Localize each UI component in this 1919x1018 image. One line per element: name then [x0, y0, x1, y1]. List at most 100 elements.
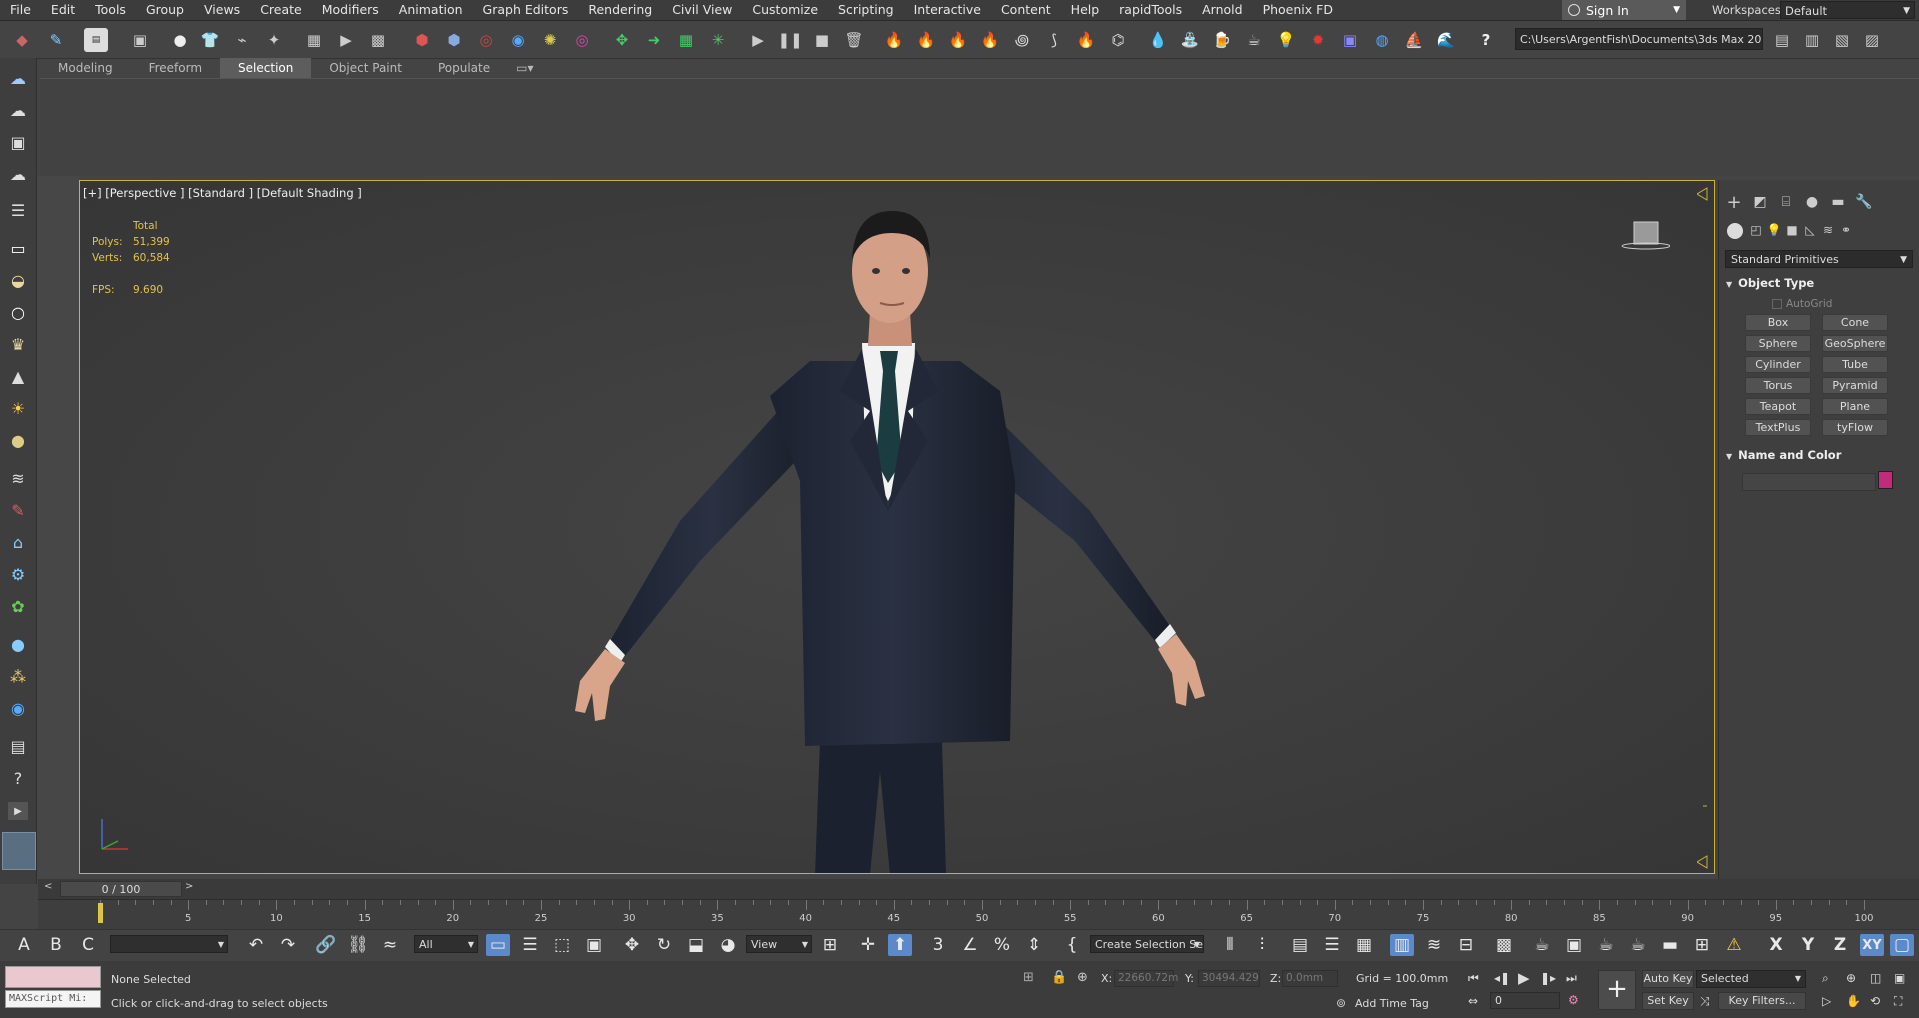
- add-time-tag[interactable]: Add Time Tag: [1355, 997, 1429, 1010]
- material-sphere-icon[interactable]: ●: [4, 632, 32, 656]
- geometry-icon[interactable]: [1727, 223, 1743, 239]
- utilities-tab-wrench-icon[interactable]: 🔧: [1853, 192, 1875, 212]
- lights-icon[interactable]: 💡: [1765, 221, 1783, 239]
- render-setup-icon[interactable]: ▦: [302, 28, 326, 52]
- menu-phoenix-fd[interactable]: Phoenix FD: [1253, 0, 1343, 20]
- red-splash-icon[interactable]: ✹: [1306, 28, 1330, 52]
- autogrid-checkbox[interactable]: AutoGrid: [1772, 298, 1832, 310]
- ribbon-options-icon[interactable]: ▭▾: [508, 58, 541, 78]
- curve-editor-icon[interactable]: ≋: [1422, 934, 1446, 956]
- pour-icon[interactable]: ⛲: [1178, 28, 1202, 52]
- link-icon[interactable]: 🔗: [314, 934, 338, 956]
- menu-arnold[interactable]: Arnold: [1192, 0, 1252, 20]
- water-icon[interactable]: 💧: [1146, 28, 1170, 52]
- sphere-icon[interactable]: ●: [168, 28, 192, 52]
- dome-light-icon[interactable]: ◒: [4, 268, 32, 292]
- menu-tools[interactable]: Tools: [85, 0, 136, 20]
- candle-icon[interactable]: 🔥: [1074, 28, 1098, 52]
- angle-snap-icon[interactable]: ∠: [958, 934, 982, 956]
- zoom-extents-all-icon[interactable]: ▣: [1894, 971, 1905, 985]
- sign-in-button[interactable]: Sign In ▼: [1562, 0, 1686, 20]
- time-tag-icon[interactable]: ⊚: [1336, 996, 1346, 1010]
- menu-group[interactable]: Group: [136, 0, 194, 20]
- space-warps-icon[interactable]: ≋: [1819, 221, 1837, 239]
- swirl-icon[interactable]: ◎: [570, 28, 594, 52]
- undo-icon[interactable]: ↶: [244, 934, 268, 956]
- cameras-icon[interactable]: ■: [1783, 221, 1801, 239]
- move-icon[interactable]: ✥: [620, 934, 644, 956]
- material-palette-icon[interactable]: ⁂: [4, 664, 32, 688]
- pyramid-button[interactable]: Pyramid: [1822, 377, 1888, 394]
- brush-icon[interactable]: ⌁: [230, 28, 254, 52]
- motion-tab-icon[interactable]: ●: [1801, 192, 1823, 212]
- viewport-label[interactable]: [+] [Perspective ] [Standard ] [Default …: [83, 186, 362, 200]
- sphere-button[interactable]: Sphere: [1745, 335, 1811, 352]
- help-circle-icon[interactable]: ?: [4, 766, 32, 790]
- unlink-icon[interactable]: ⛓: [346, 934, 370, 956]
- object-type-rollout[interactable]: ▼ Object Type: [1726, 276, 1814, 290]
- previous-frame-icon[interactable]: ◂❚: [1494, 971, 1510, 985]
- tornado-icon[interactable]: ⌬: [1106, 28, 1130, 52]
- y-coordinate-field[interactable]: 30494.429: [1198, 970, 1260, 987]
- render-frame-icon[interactable]: ▶: [334, 28, 358, 52]
- tab-populate[interactable]: Populate: [420, 58, 508, 78]
- window-icon[interactable]: ▭: [4, 236, 32, 260]
- time-slider-thumb[interactable]: 0 / 100: [60, 881, 182, 897]
- y-axis-constraint-icon[interactable]: Y: [1796, 934, 1820, 956]
- menu-graph-editors[interactable]: Graph Editors: [473, 0, 579, 20]
- menu-views[interactable]: Views: [194, 0, 250, 20]
- keyboard-shortcut-toggle-icon[interactable]: ⬆: [888, 934, 912, 956]
- fire-icon[interactable]: 🔥: [882, 28, 906, 52]
- sphere-light-icon[interactable]: ●: [4, 428, 32, 452]
- cloud-plus-icon[interactable]: ☁: [4, 162, 32, 186]
- place-icon[interactable]: ◕: [716, 934, 740, 956]
- cloud-icon[interactable]: ☁: [4, 66, 32, 90]
- absolute-mode-icon[interactable]: ⊕: [1077, 970, 1088, 985]
- project-icon[interactable]: ▨: [1860, 28, 1884, 52]
- select-manipulate-icon[interactable]: ✛: [856, 934, 880, 956]
- scene-explorer-icon[interactable]: ▤: [1288, 934, 1312, 956]
- prev-frame-icon[interactable]: <: [44, 881, 52, 892]
- render-globe-icon[interactable]: ◉: [4, 696, 32, 720]
- grid-green-icon[interactable]: ▦: [674, 28, 698, 52]
- mirror-icon[interactable]: ⫴: [1218, 934, 1242, 956]
- current-frame-field[interactable]: 0: [1490, 992, 1560, 1009]
- torus-button[interactable]: Torus: [1745, 377, 1811, 394]
- key-filter-toggle-icon[interactable]: ⤨: [1700, 994, 1710, 1009]
- rotate-icon[interactable]: ↻: [652, 934, 676, 956]
- shirt-icon[interactable]: 👕: [198, 28, 222, 52]
- workspace-select[interactable]: Default ▼: [1780, 1, 1915, 19]
- open-folder-icon[interactable]: ▤: [1770, 28, 1794, 52]
- next-frame-icon[interactable]: ❚▸: [1540, 971, 1556, 985]
- zoom-icon[interactable]: ⌕: [1822, 971, 1829, 986]
- object-color-swatch[interactable]: [1878, 471, 1893, 489]
- cloud-outline-icon[interactable]: ☁: [4, 98, 32, 122]
- set-key-plus-button[interactable]: +: [1598, 970, 1636, 1010]
- named-selection-dropdown[interactable]: ▼: [110, 935, 228, 953]
- render-window-icon[interactable]: ▬: [1658, 934, 1682, 956]
- pause-icon[interactable]: ❚❚: [777, 28, 802, 52]
- b-icon[interactable]: B: [44, 934, 68, 956]
- track-bar[interactable]: 5 10 15 20 25 30 35 40 45 50 55 60 65 70 75 80 85 90 95 100: [38, 899, 1919, 930]
- autodesk-a-icon[interactable]: A: [12, 934, 36, 956]
- material-editor-icon[interactable]: ▩: [1492, 934, 1516, 956]
- menu-help[interactable]: Help: [1061, 0, 1110, 20]
- image-icon[interactable]: ▣: [4, 130, 32, 154]
- settings-icon[interactable]: ⚙: [4, 562, 32, 586]
- layer-icon[interactable]: ▣: [128, 28, 152, 52]
- tube-button[interactable]: Tube: [1822, 356, 1888, 373]
- asterisk-green-icon[interactable]: ✳: [706, 28, 730, 52]
- toggle-ribbon-icon[interactable]: ▦: [1352, 934, 1376, 956]
- warning-icon[interactable]: ⚠: [1722, 934, 1746, 956]
- viewcube[interactable]: [1620, 218, 1671, 254]
- x-coordinate-field[interactable]: 22660.72m: [1114, 970, 1178, 987]
- maxscript-mini-listener[interactable]: MAXScript Mi:: [5, 990, 101, 1008]
- cone-button[interactable]: Cone: [1822, 314, 1888, 331]
- set-key-button[interactable]: Set Key: [1642, 992, 1694, 1010]
- render-iterative-icon[interactable]: ☕: [1626, 934, 1650, 956]
- key-mode-icon[interactable]: ⚙: [1568, 993, 1579, 1007]
- create-tab-plus-icon[interactable]: +: [1723, 192, 1745, 213]
- flame-icon[interactable]: 🔥: [978, 28, 1002, 52]
- percent-snap-icon[interactable]: %: [990, 934, 1014, 956]
- menu-rapidtools[interactable]: rapidTools: [1109, 0, 1192, 20]
